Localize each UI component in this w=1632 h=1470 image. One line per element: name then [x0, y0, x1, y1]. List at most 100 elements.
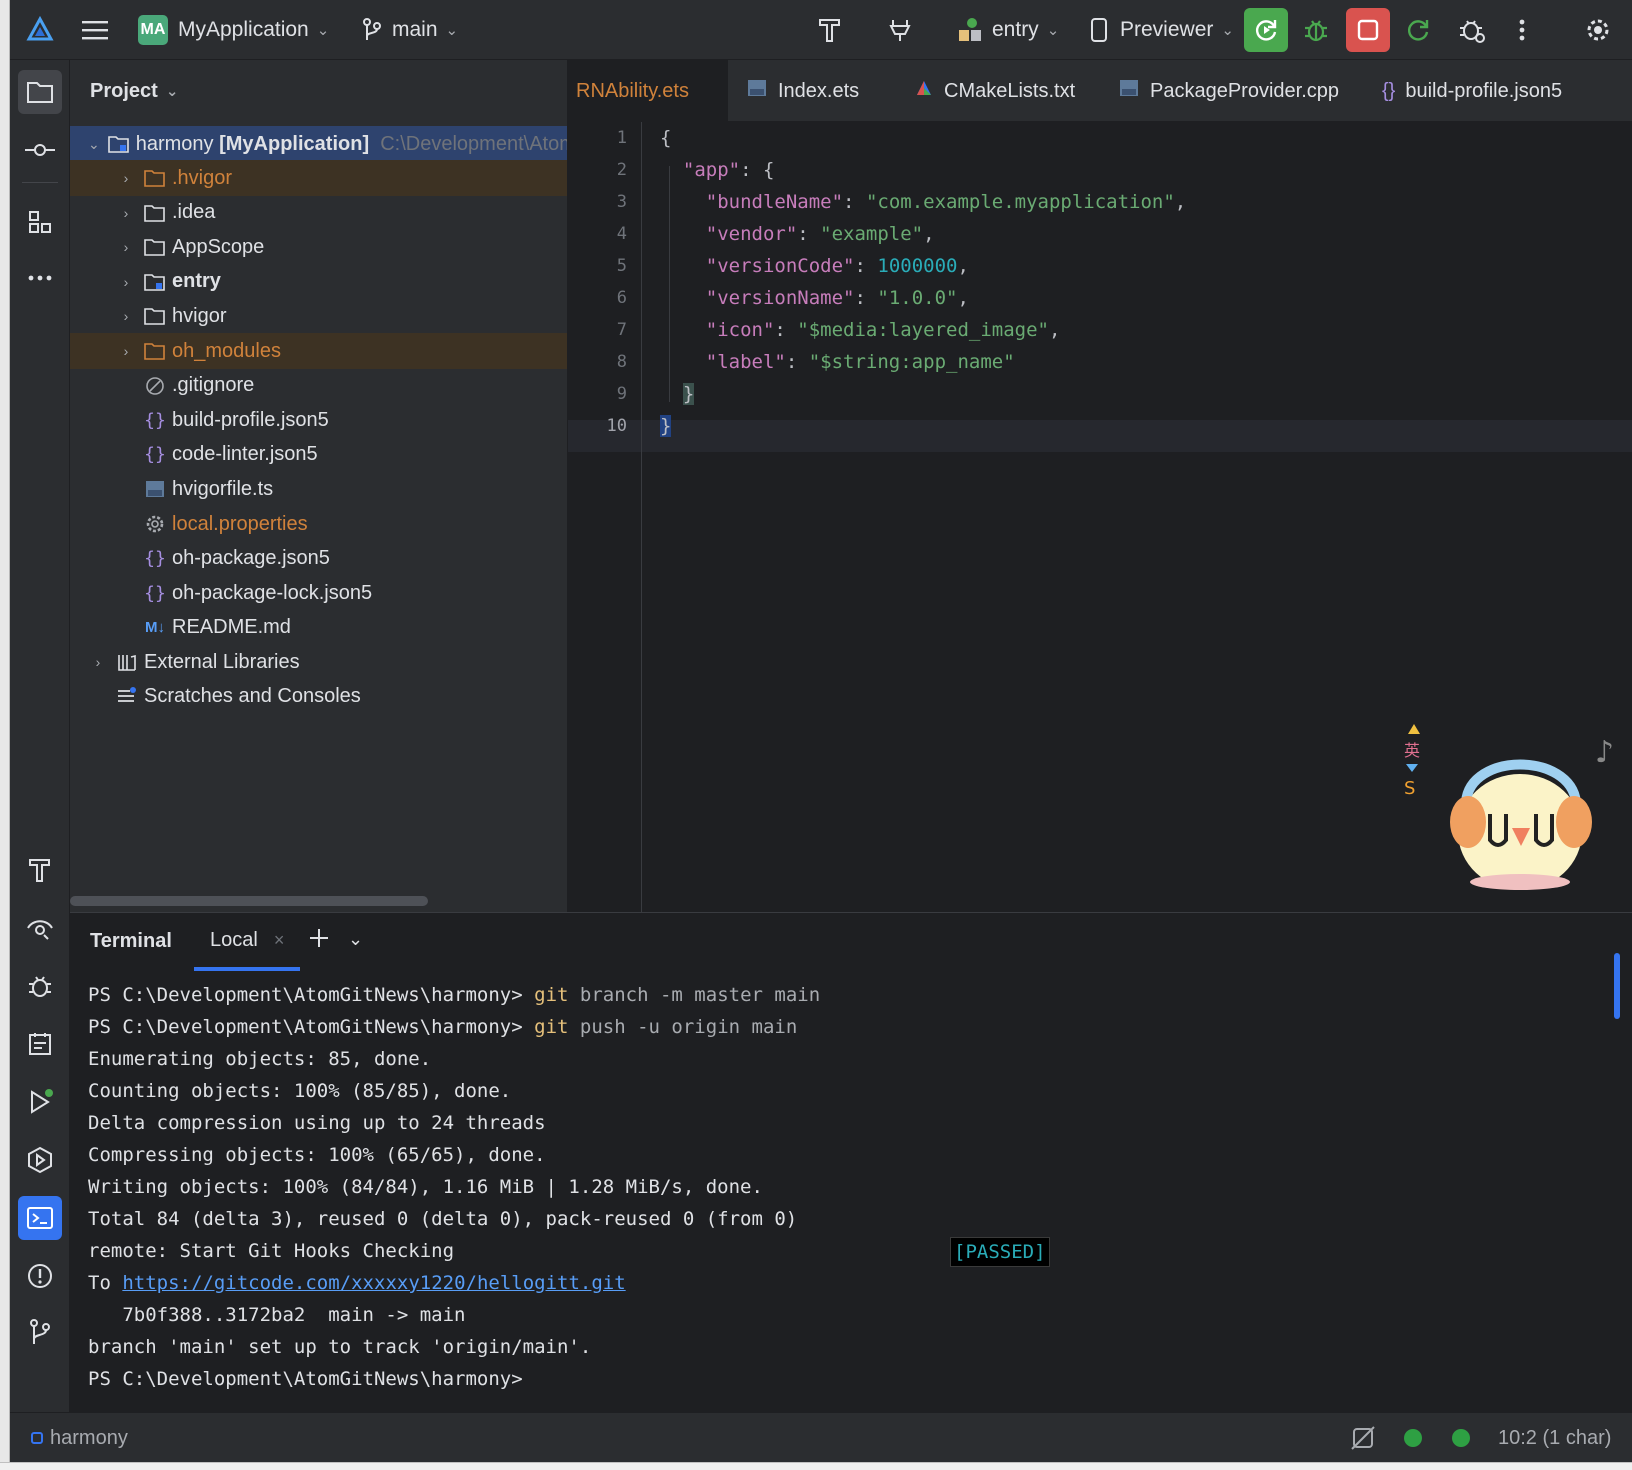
tab-build-profile[interactable]: {} build-profile.json5 — [1372, 60, 1562, 121]
code-editor[interactable]: 1 2 3 4 5 6 7 8 9 10 { "app": { "bundleName": "co… — [568, 122, 1632, 912]
tab-label: CMakeLists.txt — [944, 79, 1076, 102]
more-actions-icon[interactable] — [1500, 8, 1544, 52]
sync-plug-icon[interactable] — [878, 8, 922, 52]
tree-external-libraries[interactable]: › External Libraries — [70, 644, 567, 680]
run-config-name: entry — [992, 18, 1039, 41]
tree-item[interactable]: › oh_modules — [70, 333, 567, 369]
commit-tool-button[interactable] — [18, 128, 62, 172]
git-tool-button[interactable] — [18, 1310, 62, 1354]
stop-button[interactable] — [1346, 8, 1390, 52]
run-icon — [31, 1089, 53, 1114]
status-indicator[interactable] — [1452, 1413, 1470, 1462]
tree-item[interactable]: hvigorfile.ts — [70, 471, 567, 507]
module-folder-icon — [107, 133, 130, 155]
tree-item[interactable]: {} oh-package.json5 — [70, 541, 567, 577]
status-indicator[interactable] — [1404, 1413, 1422, 1462]
profiler-tool-button[interactable] — [18, 906, 62, 950]
tree-item-label: oh_modules — [172, 339, 281, 362]
tab-rnability[interactable]: RNAbility.ets — [568, 60, 728, 121]
tab-index[interactable]: Index.ets — [736, 60, 859, 121]
project-panel-header[interactable]: Project ⌄ — [70, 60, 567, 122]
rerun-button[interactable] — [1244, 8, 1288, 52]
tab-packageprovider[interactable]: PackageProvider.cpp — [1108, 60, 1339, 121]
folder-icon — [144, 167, 166, 189]
tree-root[interactable]: ⌄ harmony [MyApplication] C:\Development… — [70, 126, 567, 162]
new-terminal-plus-icon[interactable] — [308, 927, 330, 954]
tree-item[interactable]: {} oh-package-lock.json5 — [70, 575, 567, 611]
run-config-selector[interactable]: entry ⌄ — [956, 0, 1059, 60]
branch-selector[interactable]: main ⌄ — [362, 0, 458, 60]
tree-item[interactable]: › .hvigor — [70, 160, 567, 196]
terminal-tool-button[interactable] — [18, 1196, 62, 1240]
chevron-right-icon[interactable]: › — [88, 654, 108, 670]
tool-window-bar — [10, 60, 70, 1412]
run-tool-button[interactable] — [18, 1080, 62, 1124]
chevron-down-icon: ⌄ — [1221, 22, 1234, 39]
close-icon[interactable]: × — [274, 930, 285, 951]
structure-icon — [29, 211, 51, 233]
code-line-10: } — [660, 415, 672, 437]
tree-item[interactable]: › .idea — [70, 195, 567, 231]
project-tool-button[interactable] — [18, 70, 62, 114]
apply-changes-button[interactable] — [1396, 8, 1440, 52]
tree-item[interactable]: local.properties — [70, 506, 567, 542]
caret-position[interactable]: 10:2 (1 char) — [1498, 1413, 1611, 1462]
main-menu-icon[interactable] — [82, 0, 108, 60]
tree-item-label: oh-package-lock.json5 — [172, 581, 373, 604]
tree-item-label: local.properties — [172, 512, 308, 535]
device-selector[interactable]: Previewer ⌄ — [1090, 0, 1234, 60]
build-tool-button[interactable] — [18, 848, 62, 892]
status-bar: harmony 10:2 (1 char) — [10, 1412, 1632, 1462]
problems-tool-button[interactable] — [18, 1254, 62, 1298]
chevron-right-icon[interactable]: › — [116, 343, 136, 359]
tab-cmakelists[interactable]: CMakeLists.txt — [904, 60, 1076, 121]
log-tool-button[interactable] — [18, 1022, 62, 1066]
tree-item-label: README.md — [172, 616, 291, 639]
branch-name: main — [392, 18, 438, 41]
phone-icon — [1091, 18, 1107, 42]
tree-item[interactable]: {} build-profile.json5 — [70, 402, 567, 438]
tree-item[interactable]: › entry — [70, 264, 567, 300]
cpp-file-icon — [1118, 77, 1140, 105]
project-selector[interactable]: MA MyApplication ⌄ — [138, 0, 329, 60]
terminal-prompt-line[interactable]: PS C:\Development\AtomGitNews\harmony> — [88, 1363, 523, 1395]
chevron-right-icon[interactable]: › — [116, 239, 136, 255]
tree-item[interactable]: › hvigor — [70, 298, 567, 334]
terminal-output-line: Counting objects: 100% (85/85), done. — [88, 1080, 512, 1102]
status-project[interactable]: harmony — [30, 1413, 128, 1462]
terminal-scrollbar[interactable] — [1614, 953, 1620, 1019]
terminal-output-line: Delta compression using up to 24 threads — [88, 1112, 546, 1134]
debug-button[interactable] — [1294, 8, 1338, 52]
terminal-title: Terminal — [90, 930, 172, 952]
terminal-tab-local[interactable]: Local × — [194, 913, 300, 971]
problems-icon — [28, 1264, 52, 1288]
desktop-left-edge — [0, 0, 10, 1470]
services-tool-button[interactable] — [18, 1138, 62, 1182]
tree-item-label: .gitignore — [172, 374, 255, 397]
json-file-icon: {} — [144, 582, 166, 604]
chevron-right-icon[interactable]: › — [116, 170, 136, 186]
chevron-right-icon[interactable]: › — [116, 205, 136, 221]
settings-gear-icon[interactable] — [1576, 8, 1620, 52]
chevron-down-icon[interactable]: ⌄ — [348, 929, 363, 950]
tree-scratches[interactable]: Scratches and Consoles — [70, 678, 567, 714]
debug-tool-button[interactable] — [18, 964, 62, 1008]
folder-icon — [144, 340, 166, 362]
structure-tool-button[interactable] — [18, 200, 62, 244]
tree-item[interactable]: M↓ README.md — [70, 610, 567, 646]
chevron-right-icon[interactable]: › — [116, 274, 136, 290]
chevron-down-icon[interactable]: ⌄ — [88, 136, 100, 153]
tree-item[interactable]: .gitignore — [70, 368, 567, 404]
tree-item[interactable]: {} code-linter.json5 — [70, 437, 567, 473]
attach-debugger-button[interactable] — [1450, 8, 1494, 52]
line-number: 7 — [616, 320, 627, 340]
app-logo-icon[interactable] — [26, 0, 54, 60]
tree-item[interactable]: › AppScope — [70, 229, 567, 265]
project-panel-title: Project — [90, 79, 158, 102]
remote-url-link[interactable]: https://gitcode.com/xxxxxy1220/hellogitt… — [122, 1272, 625, 1294]
more-tools-icon[interactable] — [18, 256, 62, 300]
no-device-icon[interactable] — [1350, 1413, 1376, 1462]
horizontal-scrollbar[interactable] — [70, 896, 428, 906]
chevron-right-icon[interactable]: › — [116, 308, 136, 324]
build-hammer-icon[interactable] — [808, 8, 852, 52]
